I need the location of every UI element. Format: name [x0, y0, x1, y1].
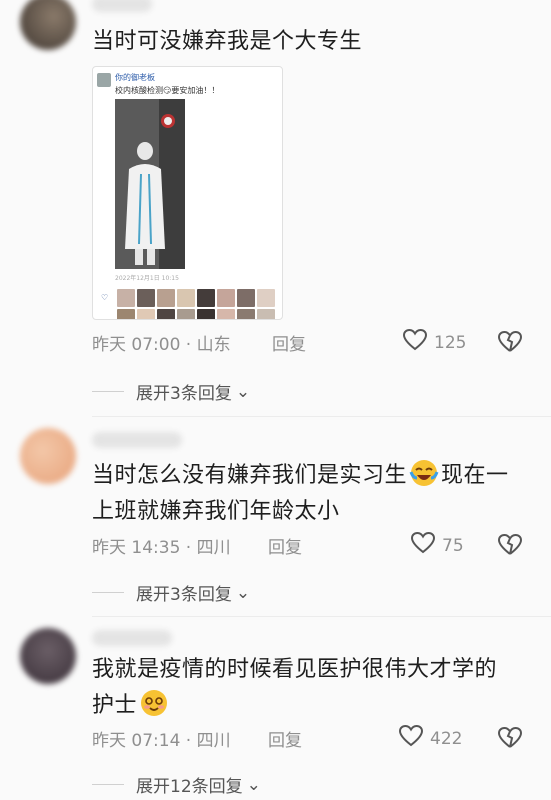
like-count: 75: [442, 535, 464, 556]
heart-icon: ♡: [101, 293, 109, 302]
expand-replies-label: 展开3条回复: [136, 585, 232, 605]
avatar[interactable]: [20, 628, 76, 684]
username-blurred[interactable]: [92, 0, 152, 12]
divider: [92, 592, 124, 593]
expand-replies[interactable]: 展开12条回复 ⌄: [92, 772, 261, 797]
chevron-down-icon: ⌄: [235, 381, 251, 402]
smiling-emoji-icon: [139, 688, 169, 718]
comment-image[interactable]: 你的御老板 校内核酸检测😏要安加油！！ 2022年12月1日 10:15 ♡: [92, 66, 283, 320]
screenshot-time: 2022年12月1日 10:15: [115, 275, 179, 282]
like-button[interactable]: 75: [410, 531, 464, 560]
heart-icon: [402, 328, 428, 357]
heart-icon: [410, 531, 436, 560]
avatar: [97, 73, 111, 87]
like-count: 125: [434, 332, 467, 353]
chevron-down-icon: ⌄: [246, 774, 261, 795]
likes-avatar-grid: [117, 289, 275, 319]
expand-replies[interactable]: 展开3条回复 ⌄: [92, 379, 250, 404]
reply-button[interactable]: 回复: [272, 330, 306, 355]
comment-meta: 昨天 07:00 · 山东: [92, 335, 231, 355]
dislike-button[interactable]: [497, 726, 523, 754]
like-button[interactable]: 125: [402, 328, 466, 357]
divider: [92, 391, 124, 392]
screenshot-post-text: 校内核酸检测😏要安加油！！: [115, 86, 220, 95]
username-blurred[interactable]: [92, 630, 172, 646]
broken-heart-icon: [497, 726, 523, 748]
broken-heart-icon: [497, 330, 523, 352]
laughing-crying-emoji-icon: [409, 458, 439, 488]
like-button[interactable]: 422: [398, 724, 462, 753]
comment-meta: 昨天 07:14 · 四川: [92, 731, 231, 751]
divider: [92, 784, 124, 785]
divider: [92, 416, 551, 417]
expand-replies-label: 展开3条回复: [136, 384, 232, 404]
expand-replies-label: 展开12条回复: [136, 777, 243, 797]
comment-text: 当时怎么没有嫌弃我们是实习生 现在一 上班就嫌弃我们年龄太小: [92, 458, 509, 530]
avatar[interactable]: [20, 0, 76, 50]
comment-meta: 昨天 14:35 · 四川: [92, 538, 231, 558]
screenshot-photo: [115, 99, 185, 269]
divider: [92, 616, 551, 617]
chevron-down-icon: ⌄: [235, 582, 251, 603]
reply-button[interactable]: 回复: [268, 726, 302, 751]
broken-heart-icon: [497, 533, 523, 555]
reply-button[interactable]: 回复: [268, 533, 302, 558]
dislike-button[interactable]: [497, 533, 523, 561]
dislike-button[interactable]: [497, 330, 523, 358]
like-count: 422: [430, 728, 463, 749]
avatar[interactable]: [20, 428, 76, 484]
heart-icon: [398, 724, 424, 753]
expand-replies[interactable]: 展开3条回复 ⌄: [92, 580, 250, 605]
screenshot-username: 你的御老板: [115, 73, 155, 82]
comment-text: 我就是疫情的时候看见医护很伟大才学的 护士: [92, 657, 498, 718]
username-blurred[interactable]: [92, 432, 182, 448]
comment-text: 当时可没嫌弃我是个大专生: [92, 29, 363, 54]
